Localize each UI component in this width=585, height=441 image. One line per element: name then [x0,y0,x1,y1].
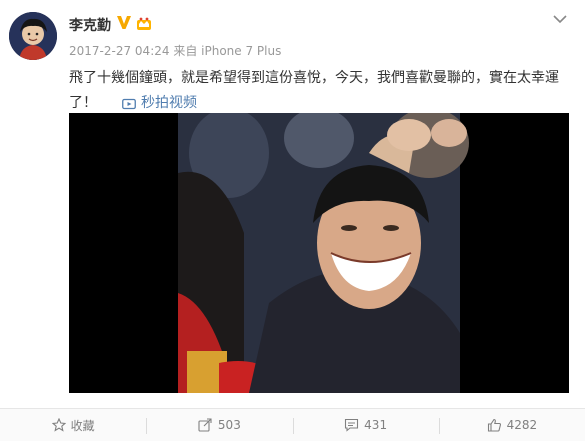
repost-icon [198,418,212,432]
post-timestamp[interactable]: 2017-2-27 04:24 [69,44,170,58]
crown-member-icon[interactable] [136,15,152,31]
comment-count: 431 [364,418,388,432]
video-thumbnail[interactable] [69,113,569,393]
comment-button[interactable]: 431 [292,409,439,441]
favorite-button[interactable]: 收藏 [0,409,146,441]
username[interactable]: 李克勤 [69,15,111,35]
action-bar: 收藏 503 431 4282 [0,408,585,441]
weibo-post-card: 李克勤 2017-2-27 04:24 来自 iPhone 7 Plus 飛了十… [0,0,585,441]
avatar[interactable] [9,12,57,60]
favorite-label: 收藏 [70,418,95,433]
repost-button[interactable]: 503 [146,409,292,441]
chevron-down-icon[interactable] [551,12,569,26]
star-icon [51,418,66,432]
comment-icon [345,418,359,432]
post-meta: 2017-2-27 04:24 来自 iPhone 7 Plus [69,42,281,59]
like-button[interactable]: 4282 [438,409,585,441]
post-text-line1: 飛了十幾個鐘頭，就是希望得到這份喜悅，今天，我們喜歡曼聯的，實在太幸運 [69,70,559,86]
post-source: 来自 iPhone 7 Plus [173,44,282,58]
like-count: 4282 [506,418,538,432]
verified-v-badge-icon [117,16,131,29]
video-play-icon [122,98,136,109]
repost-count: 503 [217,418,241,432]
thumbs-up-icon [487,418,501,432]
